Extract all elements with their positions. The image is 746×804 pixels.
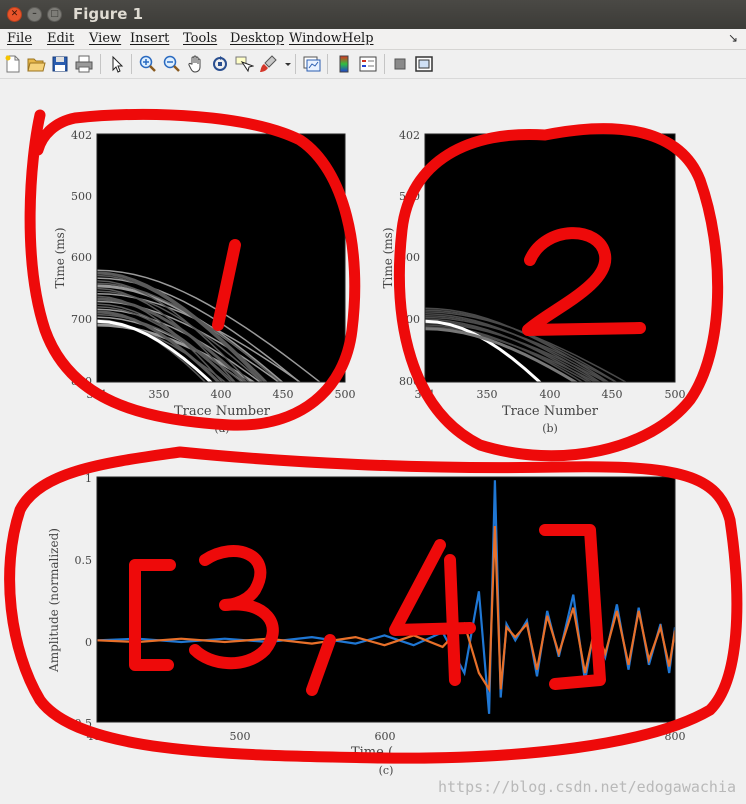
figure-canvas: 402 500 600 700 800 301 350 400 450 500 … (0, 79, 746, 804)
save-icon[interactable] (50, 54, 70, 74)
window-title: Figure 1 (73, 5, 144, 23)
panel-a-ytick: 600 (71, 251, 92, 264)
select-arrow-icon[interactable] (107, 54, 127, 74)
panel-b: 402 500 600 700 800 301 350 400 450 500 … (381, 129, 686, 435)
window-titlebar: ✕ – □ Figure 1 (0, 0, 746, 29)
panel-b-xtick: 301 (415, 388, 436, 401)
rotate-3d-icon[interactable] (210, 54, 230, 74)
panel-a-image (97, 134, 345, 382)
menu-tools[interactable]: Tools (183, 31, 217, 46)
panel-b-xtick: 400 (540, 388, 561, 401)
dock-arrow-icon[interactable]: ↘ (728, 31, 738, 45)
zoom-in-icon[interactable] (138, 54, 158, 74)
pan-hand-icon[interactable] (186, 54, 206, 74)
panel-c-ylabel: Amplitude (normalized) (47, 528, 61, 673)
maximize-window-button[interactable]: □ (47, 7, 62, 22)
panel-c-plot-area (97, 477, 675, 722)
panel-a-xtick: 500 (335, 388, 356, 401)
panel-a-xtick: 301 (87, 388, 108, 401)
toolbar-separator (327, 54, 328, 74)
panel-b-xtick: 450 (602, 388, 623, 401)
panel-a-xlabel: Trace Number (174, 404, 271, 419)
toolbar-separator (295, 54, 296, 74)
panel-a-xtick: 400 (211, 388, 232, 401)
toolbar-separator (131, 54, 132, 74)
open-file-icon[interactable] (26, 54, 46, 74)
minimize-window-button[interactable]: – (27, 7, 42, 22)
panel-a-ytick: 402 (71, 129, 92, 142)
panel-a-ylabel: Time (ms) (53, 227, 67, 288)
panel-b-ylabel: Time (ms) (381, 227, 395, 288)
menu-edit[interactable]: Edit (47, 31, 74, 46)
panel-c-ytick: -0.5 (71, 717, 92, 730)
panel-a-xtick: 350 (149, 388, 170, 401)
panel-b-ytick: 600 (399, 251, 420, 264)
panel-a-caption: (a) (214, 422, 229, 435)
panel-b-ytick: 800 (399, 375, 420, 388)
panel-a-ytick: 500 (71, 190, 92, 203)
figure-svg: 402 500 600 700 800 301 350 400 450 500 … (47, 129, 686, 777)
menu-desktop[interactable]: Desktop (230, 31, 284, 46)
panel-b-xlabel: Trace Number (502, 404, 599, 419)
figure-toolbar (0, 50, 746, 79)
panel-a-ytick: 700 (71, 313, 92, 326)
toolbar-separator (384, 54, 385, 74)
brush-dropdown-icon[interactable] (278, 54, 291, 74)
panel-a-ytick: 800 (71, 375, 92, 388)
panel-c-ytick: 0 (85, 636, 92, 649)
panel-c-xlabel: Time ( (351, 745, 393, 760)
panel-b-xtick: 350 (477, 388, 498, 401)
toolbar-separator (100, 54, 101, 74)
menu-help[interactable]: Help (342, 31, 374, 46)
link-plot-icon[interactable] (302, 54, 322, 74)
panel-c-xtick: 800 (665, 730, 686, 743)
panel-c: 1 0.5 0 -0.5 402 500 600 800 Time ( Ampl… (47, 472, 686, 777)
brush-icon[interactable] (258, 54, 278, 74)
data-cursor-icon[interactable] (234, 54, 255, 74)
menu-insert[interactable]: Insert (130, 31, 169, 46)
menu-file[interactable]: File (7, 31, 32, 46)
zoom-out-icon[interactable] (162, 54, 182, 74)
watermark: https://blog.csdn.net/edogawachia (437, 778, 736, 796)
panel-c-caption: (c) (379, 764, 394, 777)
panel-c-xtick: 600 (375, 730, 396, 743)
new-figure-icon[interactable] (3, 54, 23, 74)
menu-window[interactable]: Window (289, 31, 342, 46)
panel-c-xtick: 500 (230, 730, 251, 743)
menu-view[interactable]: View (89, 31, 121, 46)
panel-b-ytick: 402 (399, 129, 420, 142)
insert-colorbar-icon[interactable] (334, 54, 354, 74)
hide-plot-tools-icon[interactable] (390, 54, 410, 74)
menu-bar: File Edit View Insert Tools Desktop Wind… (0, 29, 746, 50)
print-icon[interactable] (74, 54, 94, 74)
panel-b-ytick: 700 (399, 313, 420, 326)
close-window-button[interactable]: ✕ (7, 7, 22, 22)
show-plot-tools-icon[interactable] (414, 54, 434, 74)
panel-c-ytick: 0.5 (75, 554, 93, 567)
panel-b-ytick: 500 (399, 190, 420, 203)
panel-a-xtick: 450 (273, 388, 294, 401)
panel-b-xtick: 500 (665, 388, 686, 401)
panel-b-caption: (b) (542, 422, 558, 435)
insert-legend-icon[interactable] (358, 54, 378, 74)
panel-c-xtick: 402 (87, 730, 108, 743)
panel-c-ytick: 1 (85, 472, 92, 485)
